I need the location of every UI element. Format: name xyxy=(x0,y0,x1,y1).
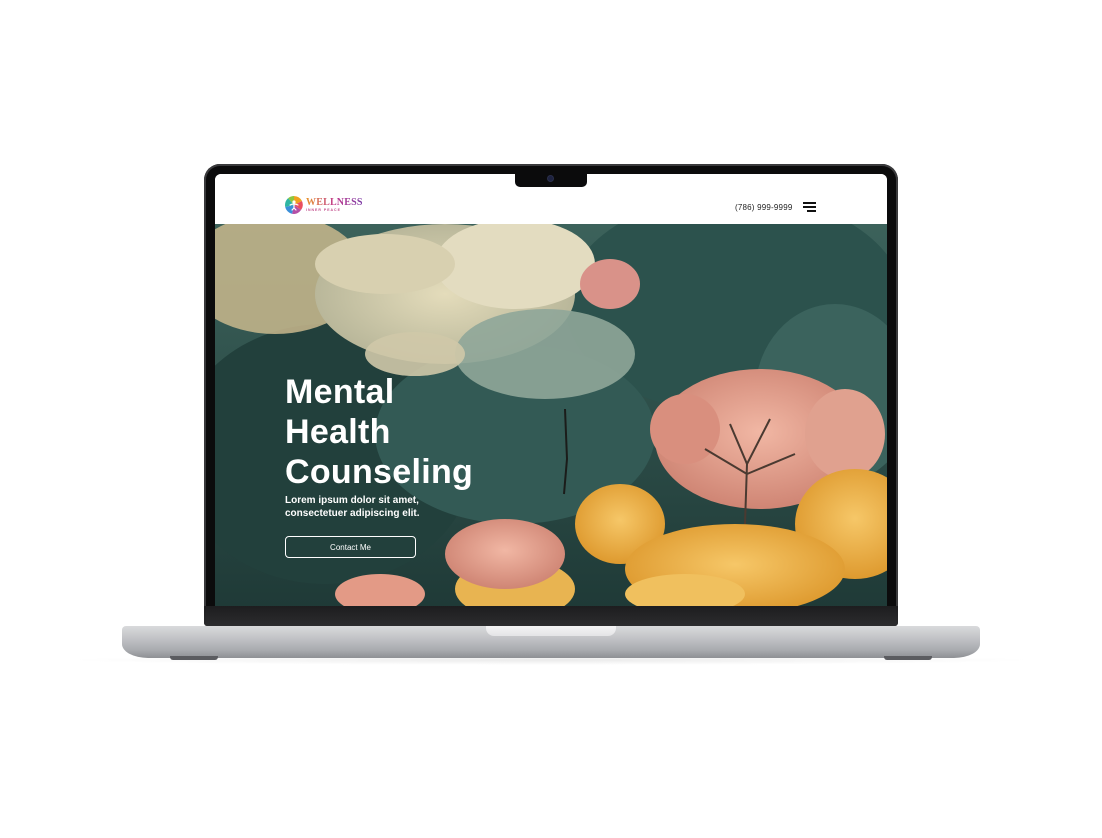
logo-mark-icon xyxy=(285,196,303,214)
hero-subtitle-line: consectetuer adipiscing elit. xyxy=(285,508,420,519)
laptop-mockup: WELLNESS INNER PEACE (786) 999-9999 Ment… xyxy=(0,0,1102,838)
webcam-icon xyxy=(548,176,553,181)
hero-title-line: Health xyxy=(285,413,391,451)
phone-number-link[interactable]: (786) 999-9999 xyxy=(735,203,793,212)
camera-notch xyxy=(515,172,587,187)
logo-name: WELLNESS xyxy=(306,196,363,208)
laptop-opening-lip xyxy=(486,626,616,636)
contact-me-button[interactable]: Contact Me xyxy=(285,536,416,558)
hamburger-menu-icon[interactable] xyxy=(803,202,817,212)
hero-subtitle: Lorem ipsum dolor sit amet, consectetuer… xyxy=(285,494,485,520)
hero-title-line: Counseling xyxy=(285,453,474,491)
hero-title-line: Mental xyxy=(285,373,395,411)
laptop-foot xyxy=(884,656,932,660)
hero-section: Mental Health Counseling Lorem ipsum dol… xyxy=(215,224,887,606)
hero-subtitle-line: Lorem ipsum dolor sit amet, xyxy=(285,495,419,506)
logo[interactable]: WELLNESS INNER PEACE xyxy=(285,196,363,214)
logo-tagline: INNER PEACE xyxy=(306,207,341,212)
lid-bottom-bezel xyxy=(204,606,898,626)
hero-title: Mental Health Counseling xyxy=(285,372,473,492)
browser-screen: WELLNESS INNER PEACE (786) 999-9999 Ment… xyxy=(215,174,887,606)
laptop-foot xyxy=(170,656,218,660)
